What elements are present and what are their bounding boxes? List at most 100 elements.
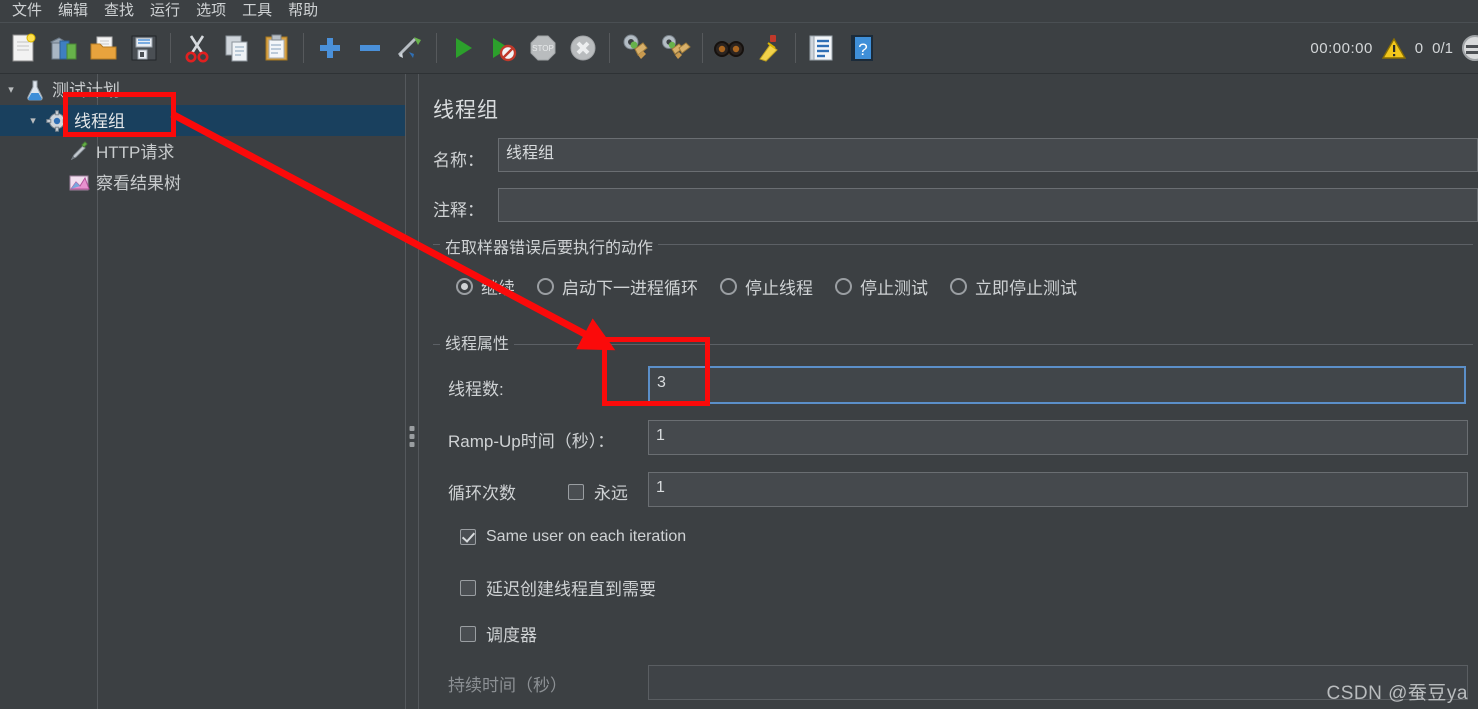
menu-item-file[interactable]: 文件 <box>4 1 50 21</box>
forever-checkbox[interactable]: 永远 <box>568 479 628 504</box>
test-plan-tree[interactable]: ▾ 测试计划 ▾ 线程组 HTTP请求 察看结果树 <box>0 74 405 709</box>
thread-count-label: 线程数: <box>448 380 504 399</box>
help-icon: ? <box>851 35 873 61</box>
scheduler-checkbox[interactable]: 调度器 <box>460 621 537 646</box>
radio-label: 立即停止测试 <box>975 279 1077 298</box>
elapsed-time: 00:00:00 <box>1310 39 1373 57</box>
radio-stop-thread[interactable]: 停止线程 <box>720 274 813 299</box>
shutdown-button[interactable] <box>563 27 603 69</box>
comment-input[interactable] <box>498 188 1478 222</box>
radio-continue[interactable]: 继续 <box>456 274 515 299</box>
toolbar-divider <box>436 33 437 63</box>
menu-item-search[interactable]: 查找 <box>96 1 142 21</box>
active-thread-count: 0/1 <box>1432 39 1453 57</box>
clear-all-icon <box>662 35 691 59</box>
toolbar-divider <box>609 33 610 63</box>
tree-node-http-request[interactable]: HTTP请求 <box>0 136 405 167</box>
svg-text:STOP: STOP <box>532 44 554 53</box>
start-no-pauses-button[interactable] <box>483 27 523 69</box>
copy-icon <box>225 35 248 62</box>
radio-indicator-icon[interactable] <box>950 278 967 295</box>
comment-label: 注释： <box>433 201 484 220</box>
menu-item-run[interactable]: 运行 <box>142 1 188 21</box>
warning-icon[interactable] <box>1381 37 1406 59</box>
radio-start-next-loop[interactable]: 启动下一进程循环 <box>537 274 698 299</box>
ramp-up-input[interactable]: 1 <box>648 420 1468 455</box>
help-button[interactable]: ? <box>842 27 882 69</box>
toolbar-divider <box>303 33 304 63</box>
save-button[interactable] <box>124 27 164 69</box>
error-action-radio-group[interactable]: 继续 启动下一进程循环 停止线程 停止测试 立即停止测试 <box>456 274 1099 299</box>
checkbox-indicator-icon[interactable] <box>460 579 476 596</box>
start-icon <box>456 38 472 58</box>
same-user-label: Same user on each iteration <box>486 528 687 545</box>
menu-item-options[interactable]: 选项 <box>188 1 234 21</box>
toolbar: STOP ? 00:00:00 0 0/1 <box>0 22 1478 74</box>
page-title: 线程组 <box>433 99 499 122</box>
duration-label: 持续时间（秒） <box>448 676 567 695</box>
radio-label: 停止线程 <box>745 279 813 298</box>
menu-item-help[interactable]: 帮助 <box>280 1 326 21</box>
paste-button[interactable] <box>257 27 297 69</box>
thread-properties-group-border <box>433 344 1473 346</box>
toolbar-divider <box>170 33 171 63</box>
http-request-icon <box>66 139 92 165</box>
checkbox-indicator-icon[interactable] <box>460 529 476 545</box>
chevron-down-icon[interactable]: ▾ <box>0 74 22 105</box>
loop-count-input[interactable]: 1 <box>648 472 1468 507</box>
clear-button[interactable] <box>616 27 656 69</box>
copy-button[interactable] <box>217 27 257 69</box>
paste-icon <box>265 34 288 61</box>
shutdown-icon <box>570 35 596 61</box>
menu-item-tools[interactable]: 工具 <box>234 1 280 21</box>
split-divider[interactable] <box>405 74 419 709</box>
delay-thread-creation-checkbox[interactable]: 延迟创建线程直到需要 <box>460 575 656 600</box>
svg-text:?: ? <box>858 40 867 59</box>
error-action-group-title: 在取样器错误后要执行的动作 <box>440 234 659 258</box>
thread-count-input[interactable]: 3 <box>648 366 1466 404</box>
radio-label: 停止测试 <box>860 279 928 298</box>
menu-item-edit[interactable]: 编辑 <box>50 1 96 21</box>
clear-all-button[interactable] <box>656 27 696 69</box>
split-handle-icon[interactable] <box>409 426 415 447</box>
expand-all-button[interactable] <box>310 27 350 69</box>
search-button[interactable] <box>709 27 749 69</box>
checkbox-indicator-icon[interactable] <box>460 625 476 642</box>
scheduler-label: 调度器 <box>486 626 537 645</box>
toggle-button[interactable] <box>390 27 430 69</box>
error-count: 0 <box>1414 39 1424 57</box>
stop-button[interactable]: STOP <box>523 27 563 69</box>
templates-button[interactable] <box>44 27 84 69</box>
start-button[interactable] <box>443 27 483 69</box>
name-input[interactable]: 线程组 <box>498 138 1478 172</box>
tree-node-test-plan[interactable]: ▾ 测试计划 <box>0 74 405 105</box>
radio-stop-test-now[interactable]: 立即停止测试 <box>950 274 1077 299</box>
function-helper-button[interactable] <box>802 27 842 69</box>
same-user-checkbox[interactable]: Same user on each iteration <box>460 528 686 546</box>
cut-button[interactable] <box>177 27 217 69</box>
radio-indicator-icon[interactable] <box>720 278 737 295</box>
radio-indicator-icon[interactable] <box>835 278 852 295</box>
chevron-down-icon[interactable]: ▾ <box>22 105 44 136</box>
templates-icon <box>49 37 77 60</box>
jmeter-window: 文件 编辑 查找 运行 选项 工具 帮助 STOP ? 00:00:00 0 0… <box>0 0 1478 709</box>
tree-node-label: 线程组 <box>74 112 125 131</box>
radio-indicator-icon[interactable] <box>537 278 554 295</box>
open-button[interactable] <box>84 27 124 69</box>
tree-node-label: HTTP请求 <box>96 143 175 162</box>
radio-stop-test[interactable]: 停止测试 <box>835 274 928 299</box>
tree-node-label: 测试计划 <box>52 81 120 100</box>
test-plan-icon <box>22 77 48 103</box>
tree-node-view-results-tree[interactable]: 察看结果树 <box>0 167 405 198</box>
watermark: CSDN @蚕豆ya <box>1326 683 1468 704</box>
collapse-all-button[interactable] <box>350 27 390 69</box>
reset-search-button[interactable] <box>749 27 789 69</box>
checkbox-indicator-icon[interactable] <box>568 483 584 500</box>
thread-properties-group-title: 线程属性 <box>440 330 515 354</box>
tree-node-thread-group[interactable]: ▾ 线程组 <box>0 105 405 136</box>
save-icon <box>131 35 157 61</box>
new-button[interactable] <box>4 27 44 69</box>
thread-group-icon <box>44 108 70 134</box>
toolbar-divider <box>702 33 703 63</box>
radio-indicator-icon[interactable] <box>456 278 473 295</box>
